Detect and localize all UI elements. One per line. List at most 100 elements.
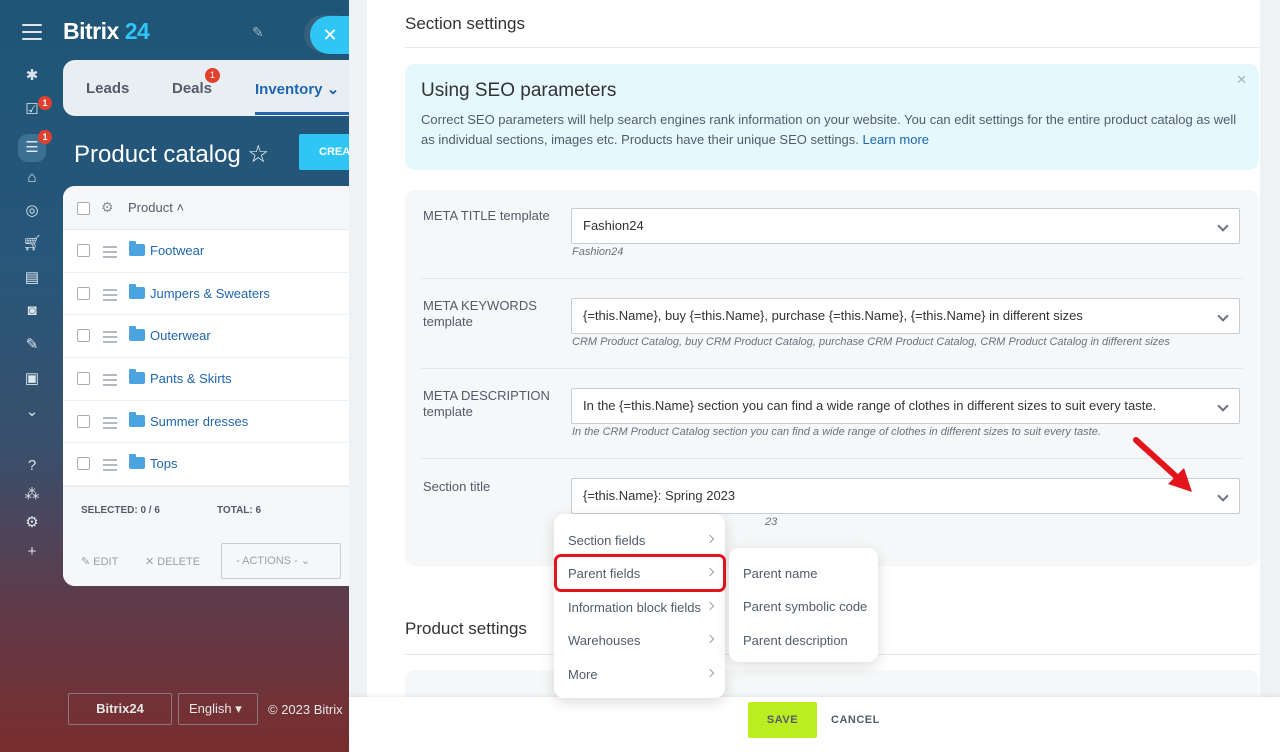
- box-icon[interactable]: ▣: [22, 369, 42, 389]
- row-checkbox[interactable]: [77, 286, 90, 300]
- table-row[interactable]: Tops: [63, 443, 353, 487]
- seo-form: META TITLE template Fashion24 Fashion24 …: [405, 190, 1259, 566]
- chevron-down-icon: [1217, 310, 1229, 322]
- drag-handle-icon[interactable]: [103, 246, 117, 261]
- menu-item-warehouses[interactable]: Warehouses: [568, 633, 641, 648]
- menu-icon[interactable]: [22, 24, 42, 40]
- row-name[interactable]: Pants & Skirts: [150, 371, 232, 386]
- row-name[interactable]: Summer dresses: [150, 414, 248, 429]
- product-grid: ⚙ Product ˄ Footwear Jumpers & Sweaters …: [63, 186, 353, 586]
- cancel-button[interactable]: CANCEL: [831, 702, 880, 738]
- submenu-item-parent-name[interactable]: Parent name: [743, 566, 817, 581]
- submenu-item-parent-description[interactable]: Parent description: [743, 633, 848, 648]
- divider: [405, 47, 1259, 48]
- filter-badge: 1: [38, 130, 52, 144]
- pencil-icon: ✎: [81, 556, 91, 568]
- table-row[interactable]: Outerwear: [63, 315, 353, 359]
- copyright: © 2023 Bitrix: [268, 702, 343, 717]
- row-checkbox[interactable]: [77, 414, 90, 428]
- deals-badge: 1: [205, 68, 220, 83]
- row-name[interactable]: Tops: [150, 456, 177, 471]
- language-select[interactable]: English ▾: [178, 693, 258, 725]
- table-row[interactable]: Summer dresses: [63, 401, 353, 444]
- menu-item-section-fields[interactable]: Section fields: [568, 533, 645, 548]
- footer-bitrix-logo[interactable]: Bitrix24: [68, 693, 172, 725]
- row-checkbox[interactable]: [77, 457, 90, 471]
- star-icon[interactable]: ☆: [247, 141, 269, 168]
- meta-keywords-select[interactable]: {=this.Name}, buy {=this.Name}, purchase…: [571, 298, 1240, 334]
- actions-select[interactable]: - ACTIONS - ⌄: [221, 543, 341, 579]
- select-all-checkbox[interactable]: [77, 202, 90, 215]
- menu-item-information-block-fields[interactable]: Information block fields: [568, 600, 701, 615]
- row-checkbox[interactable]: [77, 372, 90, 386]
- chevron-circle-icon[interactable]: ⌄: [22, 402, 42, 422]
- top-navigation: Leads Deals 1 Inventory ⌄: [63, 60, 363, 116]
- alert-title: Using SEO parameters: [421, 80, 617, 101]
- table-row[interactable]: Jumpers & Sweaters: [63, 273, 353, 316]
- activity-icon[interactable]: ✱: [22, 66, 42, 86]
- highlight-box: [554, 554, 726, 592]
- submenu-item-parent-symbolic-code[interactable]: Parent symbolic code: [743, 599, 867, 614]
- robot-icon[interactable]: ◙: [22, 301, 42, 321]
- drag-handle-icon[interactable]: [103, 416, 117, 432]
- divider: [421, 458, 1243, 459]
- settings-icon[interactable]: ⚙: [22, 513, 42, 533]
- contact-card-icon[interactable]: ▤: [22, 268, 42, 288]
- folder-icon: [129, 283, 145, 299]
- close-icon[interactable]: ✕: [1236, 72, 1247, 88]
- cart-icon[interactable]: 🛒︎: [22, 234, 42, 254]
- row-checkbox[interactable]: [77, 329, 90, 343]
- chevron-right-icon: [705, 534, 715, 544]
- grid-footer: SELECTED: 0 / 6 TOTAL: 6 ✎ EDIT ✕ DELETE…: [63, 486, 353, 586]
- field-hint: In the CRM Product Catalog section you c…: [572, 426, 1101, 438]
- help-icon[interactable]: ?: [22, 456, 42, 476]
- meta-description-select[interactable]: In the {=this.Name} section you can find…: [571, 388, 1240, 424]
- learn-more-link[interactable]: Learn more: [863, 132, 929, 147]
- chevron-right-icon: [705, 634, 715, 644]
- folder-icon: [129, 411, 145, 427]
- folder-icon: [129, 454, 145, 470]
- table-row[interactable]: Pants & Skirts: [63, 358, 353, 401]
- tab-inventory[interactable]: Inventory ⌄: [255, 80, 339, 98]
- seo-alert: Using SEO parameters Correct SEO paramet…: [405, 64, 1259, 170]
- tab-leads[interactable]: Leads: [86, 80, 129, 97]
- menu-item-more[interactable]: More: [568, 667, 598, 682]
- column-product[interactable]: Product ˄: [128, 200, 184, 215]
- gear-icon[interactable]: ⚙: [101, 199, 114, 216]
- row-checkbox[interactable]: [77, 244, 90, 257]
- row-name[interactable]: Jumpers & Sweaters: [150, 286, 270, 301]
- drag-handle-icon[interactable]: [103, 459, 117, 474]
- parent-fields-submenu: Parent name Parent symbolic code Parent …: [729, 548, 878, 662]
- brand-logo: Bitrix 24: [63, 18, 150, 44]
- row-name[interactable]: Footwear: [150, 243, 204, 258]
- active-tab-underline: [255, 112, 355, 115]
- edit-button[interactable]: ✎ EDIT: [81, 555, 118, 568]
- table-row[interactable]: Footwear: [63, 230, 353, 273]
- chevron-down-icon: [1217, 220, 1229, 232]
- folder-icon: [129, 369, 145, 385]
- insert-field-menu: Section fields Parent fields Information…: [554, 514, 725, 698]
- chevron-down-icon: ⌄: [326, 81, 340, 98]
- drag-handle-icon[interactable]: [103, 288, 117, 304]
- sign-icon[interactable]: ✎: [22, 335, 42, 355]
- edit-pencil-icon[interactable]: ✎: [252, 24, 264, 41]
- target-icon[interactable]: ◎: [22, 201, 42, 221]
- folder-icon: [129, 326, 145, 342]
- page-title: Product catalog ☆: [74, 141, 269, 168]
- save-button[interactable]: SAVE: [748, 702, 817, 738]
- drag-handle-icon[interactable]: [103, 374, 117, 389]
- product-settings-title: Product settings: [405, 619, 527, 638]
- chevron-right-icon: [705, 668, 715, 678]
- bank-icon[interactable]: ⌂: [22, 168, 42, 188]
- meta-title-select[interactable]: Fashion24: [571, 208, 1240, 244]
- drag-handle-icon[interactable]: [103, 331, 117, 346]
- bottom-bar: SAVE CANCEL: [349, 697, 1280, 752]
- annotation-arrow-icon: [1133, 437, 1192, 492]
- delete-button[interactable]: ✕ DELETE: [145, 555, 200, 568]
- tasks-badge: 1: [38, 96, 52, 110]
- plus-icon[interactable]: +: [22, 542, 42, 562]
- tab-deals[interactable]: Deals: [172, 80, 212, 97]
- caret-down-icon: ▾: [235, 701, 242, 716]
- row-name[interactable]: Outerwear: [150, 328, 211, 343]
- structure-icon[interactable]: ⁂: [22, 485, 42, 505]
